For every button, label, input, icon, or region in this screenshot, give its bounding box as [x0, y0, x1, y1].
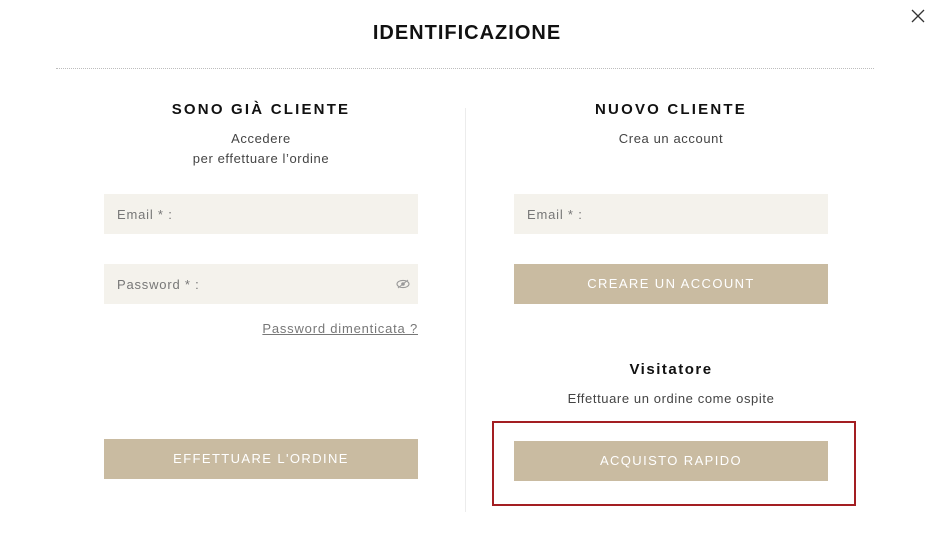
existing-customer-subtitle-line2: per effettuare l’ordine [192, 151, 330, 166]
column-separator [465, 108, 466, 512]
show-password-eye-icon[interactable] [396, 279, 410, 289]
forgot-password-link[interactable]: Password dimenticata ? [262, 321, 418, 336]
guest-title: Visitatore [629, 361, 713, 378]
login-email-field[interactable] [104, 194, 418, 234]
modal-title: IDENTIFICAZIONE [372, 22, 562, 44]
existing-customer-title: SONO GIÀ CLIENTE [171, 101, 351, 118]
existing-customer-subtitle-line1: Accedere [231, 131, 291, 146]
title-divider [56, 68, 874, 69]
login-password-field[interactable] [104, 264, 418, 304]
new-customer-title: NUOVO CLIENTE [595, 101, 747, 118]
new-customer-subtitle: Crea un account [618, 131, 724, 146]
guest-subtitle: Effettuare un ordine come ospite [567, 391, 775, 406]
place-order-button[interactable]: EFFETTUARE L'ORDINE [104, 439, 418, 479]
register-email-field[interactable] [514, 194, 828, 234]
quick-purchase-button[interactable]: ACQUISTO RAPIDO [514, 441, 828, 481]
create-account-button[interactable]: CREARE UN ACCOUNT [514, 264, 828, 304]
identification-modal: IDENTIFICAZIONE SONO GIÀ CLIENTE Acceder… [0, 0, 934, 542]
